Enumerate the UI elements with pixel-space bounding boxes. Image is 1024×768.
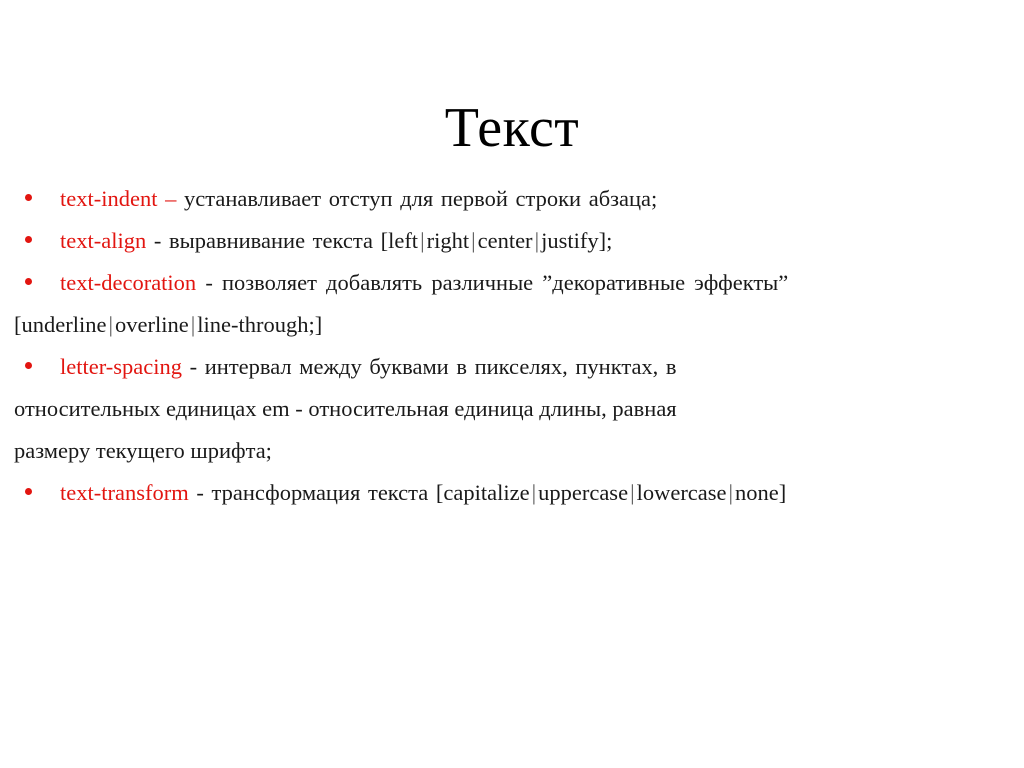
bullet-dot-icon	[25, 488, 32, 495]
values-suffix: ]	[778, 480, 787, 505]
value-option: overline	[114, 312, 189, 337]
page-title: Текст	[444, 96, 580, 159]
values-prefix: [	[14, 312, 22, 337]
property-description: устанавливает отступ для первой строки а…	[183, 186, 658, 211]
property-description: позволяет добавлять различные ”декоратив…	[221, 270, 789, 295]
list-item: text-transform - трансформация текста [c…	[14, 472, 1010, 514]
property-keyword: text-indent	[60, 186, 158, 211]
dash-separator: -	[189, 354, 198, 379]
property-keyword: text-align	[60, 228, 147, 253]
value-separator: |	[630, 480, 635, 505]
value-separator: |	[728, 480, 734, 505]
value-option: lowercase	[636, 480, 727, 505]
property-keyword: text-transform	[60, 480, 189, 505]
bullet-dot-icon	[25, 236, 32, 243]
property-description-line-1: интервал между буквами в пикселях, пункт…	[204, 354, 677, 379]
value-option: capitalize	[443, 480, 530, 505]
list-item: text-align - выравнивание текста [left|r…	[14, 220, 1010, 262]
value-separator: |	[531, 480, 537, 505]
value-option: left	[388, 228, 419, 253]
property-description-line-3: размеру текущего шрифта;	[14, 438, 272, 463]
bullet-list: text-indent – устанавливает отступ для п…	[14, 178, 1010, 514]
property-description: трансформация текста	[211, 480, 429, 505]
values-suffix: ];	[598, 228, 613, 253]
value-separator: |	[108, 312, 113, 337]
dash-separator: -	[205, 270, 213, 295]
dash-separator: -	[196, 480, 204, 505]
bullet-dot-icon	[25, 194, 32, 201]
values-prefix: [	[380, 228, 389, 253]
value-option: none	[735, 480, 779, 505]
value-option: right	[426, 228, 470, 253]
dash-separator: –	[165, 186, 177, 211]
property-keyword: letter-spacing	[60, 354, 182, 379]
bullet-dot-icon	[25, 362, 32, 369]
list-item: text-decoration - позволяет добавлять ра…	[14, 262, 1010, 346]
value-option: justify	[541, 228, 599, 253]
property-description: выравнивание текста	[168, 228, 373, 253]
value-option: uppercase	[538, 480, 629, 505]
list-item: letter-spacing - интервал между буквами …	[14, 346, 1010, 472]
value-separator: |	[190, 312, 196, 337]
slide-canvas: Текст text-indent – устанавливает отступ…	[0, 0, 1024, 768]
value-separator: |	[420, 228, 425, 253]
value-option: underline	[21, 312, 107, 337]
property-keyword: text-decoration	[60, 270, 197, 295]
value-separator: |	[471, 228, 476, 253]
list-item: text-indent – устанавливает отступ для п…	[14, 178, 1010, 220]
bullet-dot-icon	[25, 278, 32, 285]
bullet-list-container: text-indent – устанавливает отступ для п…	[14, 178, 1010, 514]
values-suffix: ]	[314, 312, 323, 337]
value-option: line-through;	[197, 312, 315, 337]
dash-separator: -	[153, 228, 162, 253]
value-option: center	[477, 228, 533, 253]
property-description-line-2: относительных единицах em - относительна…	[14, 396, 677, 421]
value-separator: |	[534, 228, 540, 253]
